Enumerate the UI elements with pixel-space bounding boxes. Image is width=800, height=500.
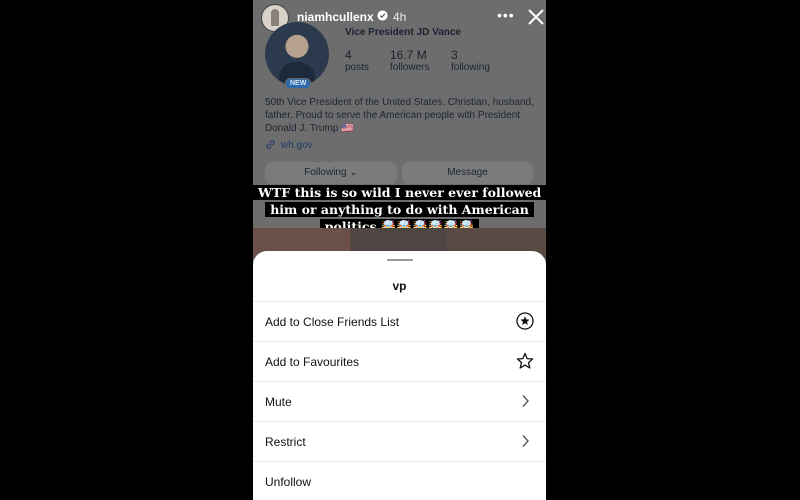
menu-item-favourites[interactable]: Add to Favourites [253, 341, 546, 381]
stat-posts-count: 4 [345, 48, 352, 62]
verified-badge-icon [377, 10, 388, 21]
chevron-right-icon [522, 435, 529, 447]
menu-item-label: Add to Favourites [265, 355, 360, 369]
profile-bio: 50th Vice President of the United States… [265, 97, 534, 134]
menu-item-label: Unfollow [265, 475, 312, 489]
star-outline-icon [516, 352, 534, 369]
link-icon [266, 140, 275, 149]
close-icon[interactable] [527, 8, 545, 26]
stat-followers-label: followers [390, 62, 430, 73]
menu-item-label: Add to Close Friends List [265, 315, 400, 329]
chevron-right-icon [522, 395, 529, 407]
stat-followers-count: 16.7 M [390, 48, 427, 62]
stat-posts-label: posts [345, 62, 369, 73]
story-caption-text: WTF this is so wild I never ever followe… [253, 185, 546, 234]
following-button: Following ⌄ [265, 162, 397, 184]
star-circle-icon [516, 312, 534, 330]
stat-followers: 16.7 M followers [390, 48, 429, 73]
message-button: Message [402, 162, 533, 184]
new-badge: NEW [285, 78, 312, 89]
menu-item-label: Restrict [265, 435, 306, 449]
profile-link-text: wh.gov [281, 140, 313, 151]
story-timestamp: 4h [393, 10, 407, 24]
stat-posts: 4 posts [345, 48, 369, 73]
profile-name: Vice President JD Vance [345, 27, 461, 38]
menu-item-mute[interactable]: Mute [253, 381, 546, 421]
profile-link: wh.gov [265, 139, 313, 151]
story-username[interactable]: niamhcullenx [297, 10, 374, 24]
sheet-title: vp [392, 279, 407, 293]
stat-following-count: 3 [451, 48, 458, 62]
more-options-icon[interactable]: ••• [497, 8, 515, 22]
phone-screen: niamhcullenx 4h ••• NEW Vice President J… [253, 0, 546, 500]
sheet-grabber[interactable] [387, 259, 413, 261]
stat-following: 3 following [451, 48, 490, 73]
menu-item-label: Mute [265, 395, 292, 409]
stat-following-label: following [451, 62, 490, 73]
menu-item-unfollow[interactable]: Unfollow [253, 461, 546, 500]
menu-item-close-friends[interactable]: Add to Close Friends List [253, 301, 546, 341]
profile-picture [265, 22, 329, 86]
options-bottom-sheet: vp Add to Close Friends List Add to Favo… [253, 251, 546, 500]
menu-item-restrict[interactable]: Restrict [253, 421, 546, 461]
